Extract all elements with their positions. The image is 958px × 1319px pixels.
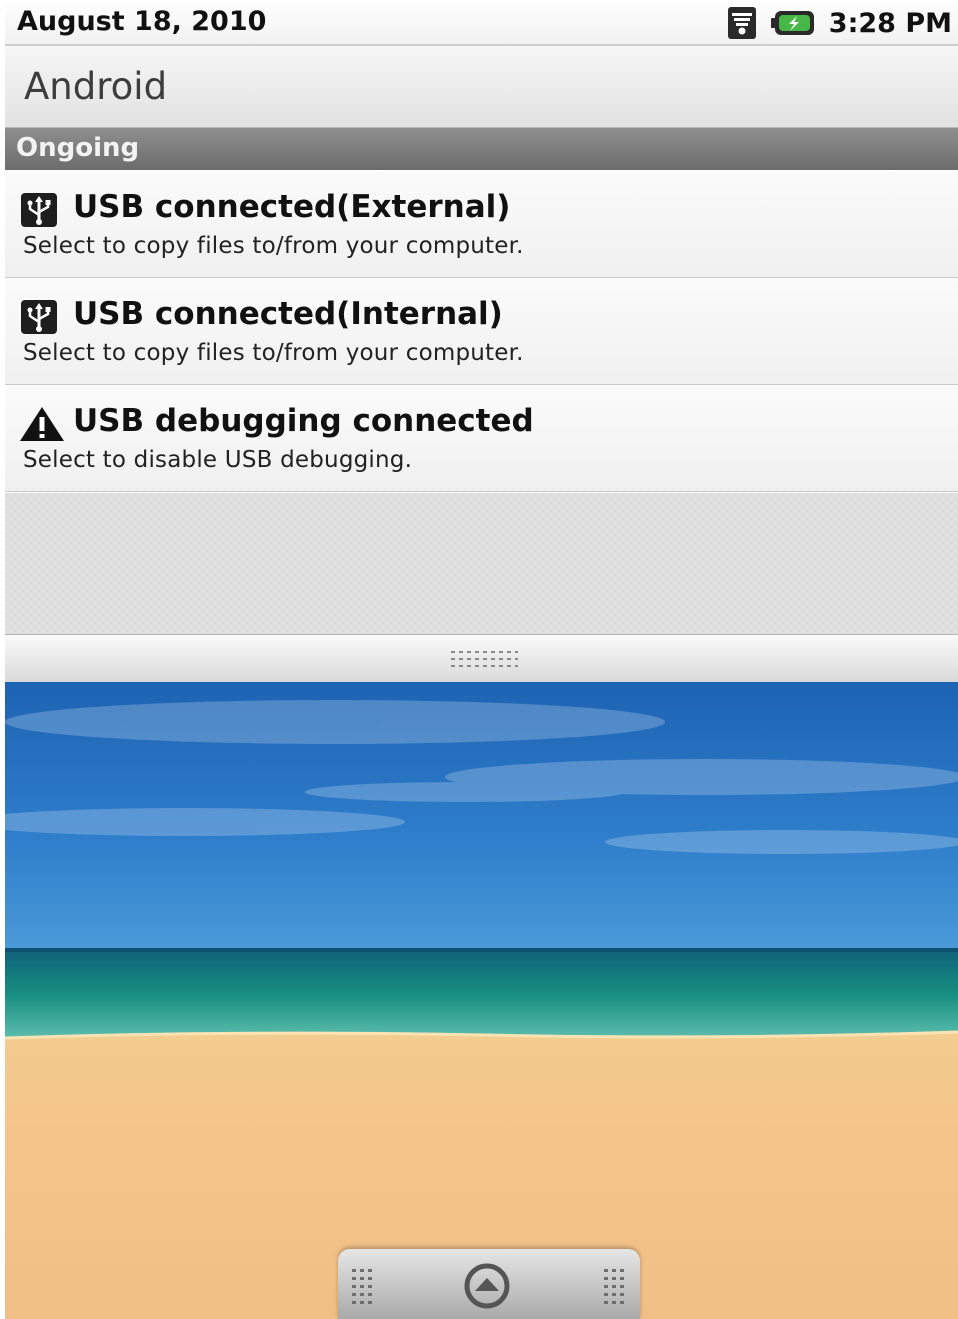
notification-text: Select to copy files to/from your comput… (23, 233, 524, 259)
notification-title: USB debugging connected (73, 403, 534, 439)
ongoing-section-header: Ongoing (5, 128, 958, 170)
wifi-icon (727, 6, 757, 40)
notification-usb-external[interactable]: USB connected(External) Select to copy f… (5, 171, 958, 278)
launcher-up-arrow-icon (460, 1263, 514, 1309)
notification-title: USB connected(Internal) (73, 296, 503, 332)
grip-icon (449, 649, 519, 669)
grip-icon (350, 1267, 376, 1307)
ongoing-section-label: Ongoing (16, 133, 140, 163)
status-time: 3:28 PM (828, 7, 952, 39)
notification-title: USB connected(External) (73, 189, 511, 225)
notification-panel-header: Android (5, 46, 958, 128)
panel-title: Android (24, 65, 168, 108)
notification-shade-screen: August 18, 2010 3:28 PM Android Ongoing … (5, 0, 958, 1319)
home-wallpaper (5, 682, 958, 1319)
notification-text: Select to disable USB debugging. (23, 447, 413, 473)
status-icons: 3:28 PM (727, 5, 952, 41)
usb-icon (19, 298, 61, 336)
notification-usb-internal[interactable]: USB connected(Internal) Select to copy f… (5, 278, 958, 385)
status-date: August 18, 2010 (17, 6, 267, 37)
grip-icon (602, 1267, 628, 1307)
notification-text: Select to copy files to/from your comput… (23, 340, 524, 366)
notification-close-handle[interactable] (5, 634, 958, 683)
warning-icon (19, 405, 64, 443)
notification-usb-debugging[interactable]: USB debugging connected Select to disabl… (5, 385, 958, 492)
usb-icon (19, 191, 61, 229)
launcher-tray-button[interactable] (338, 1249, 640, 1319)
status-bar: August 18, 2010 3:28 PM (5, 0, 958, 46)
notification-empty-area (5, 493, 958, 634)
battery-charging-icon (770, 10, 815, 36)
